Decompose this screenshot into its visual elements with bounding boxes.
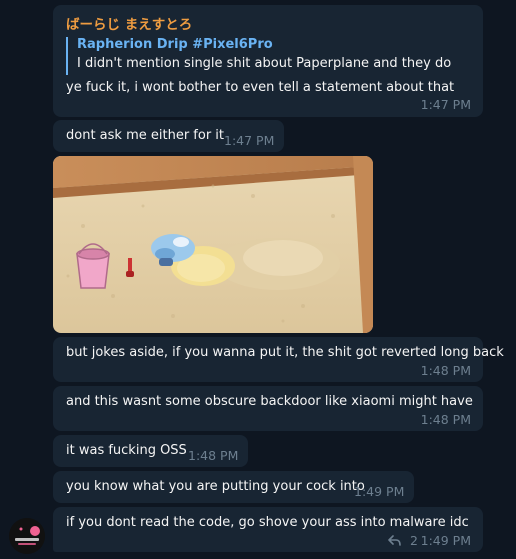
sender-avatar[interactable] (9, 518, 45, 554)
message-text: if you dont read the code, go shove your… (66, 515, 469, 530)
message-text: ye fuck it, i wont bother to even tell a… (66, 80, 455, 95)
reply-quote[interactable]: Rapherion Drip #Pixel6Pro I didn't menti… (66, 37, 451, 75)
replies-indicator[interactable]: 2 (388, 533, 418, 548)
message-time: 1:48 PM (420, 412, 471, 427)
message-time: 1:47 PM (420, 97, 471, 112)
message-text: dont ask me either for it (66, 128, 225, 143)
chat-history[interactable]: ばーらじ まえすとろ Rapherion Drip #Pixel6Pro I d… (0, 0, 516, 559)
message-text: but jokes aside, if you wanna put it, th… (66, 345, 504, 360)
message-bubble[interactable]: ばーらじ まえすとろ Rapherion Drip #Pixel6Pro I d… (53, 5, 483, 117)
message-time: 1:48 PM (420, 363, 471, 378)
message-bubble[interactable]: you know what you are putting your cock … (53, 471, 414, 503)
message-time: 1:47 PM (224, 133, 275, 148)
reply-text: I didn't mention single shit about Paper… (77, 56, 452, 71)
message-time: 1:49 PM (420, 533, 471, 548)
message-text: you know what you are putting your cock … (66, 479, 365, 494)
message-text: it was fucking OSS (66, 443, 187, 458)
reply-author: Rapherion Drip #Pixel6Pro (77, 37, 273, 52)
photo-image (53, 156, 373, 333)
message-bubble[interactable]: it was fucking OSS 1:48 PM (53, 435, 248, 467)
replies-count: 2 (409, 533, 418, 548)
message-text: and this wasnt some obscure backdoor lik… (66, 394, 473, 409)
sender-name[interactable]: ばーらじ まえすとろ (66, 13, 192, 33)
message-time: 1:48 PM (188, 448, 239, 463)
message-bubble[interactable]: and this wasnt some obscure backdoor lik… (53, 386, 483, 431)
message-bubble[interactable]: but jokes aside, if you wanna put it, th… (53, 337, 504, 382)
photo-attachment[interactable] (53, 156, 373, 333)
message-bubble[interactable]: dont ask me either for it 1:47 PM (53, 120, 284, 152)
reply-arrow-icon (388, 535, 401, 546)
avatar-logo-icon (9, 518, 45, 554)
message-time: 1:49 PM (354, 484, 405, 499)
message-bubble[interactable]: if you dont read the code, go shove your… (53, 507, 483, 552)
